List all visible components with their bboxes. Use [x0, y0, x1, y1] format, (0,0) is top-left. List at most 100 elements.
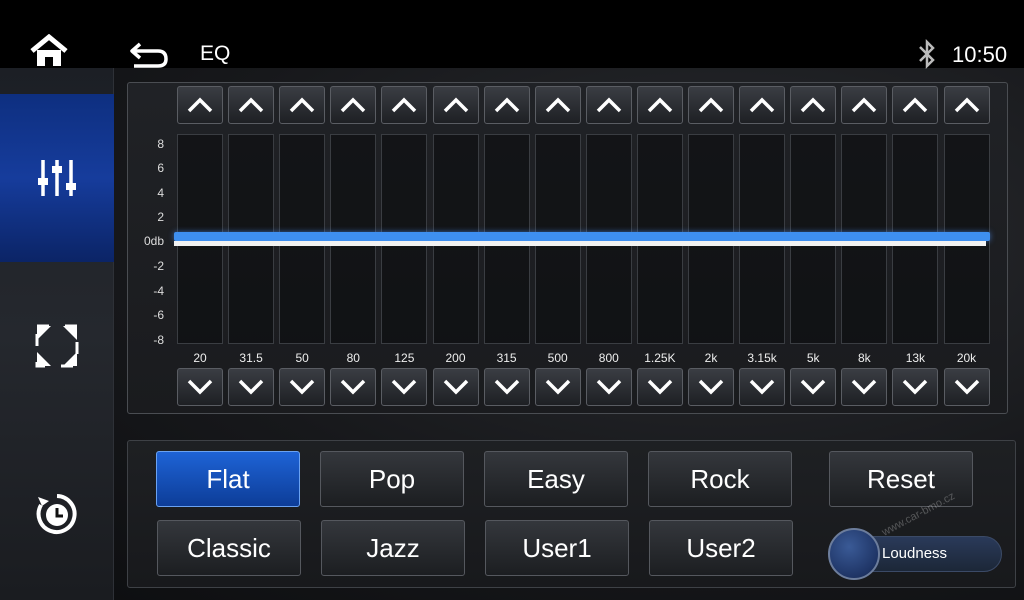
eq-band-up-button[interactable]: [432, 86, 479, 124]
chevron-down-icon: [647, 379, 673, 395]
eq-band-up-button[interactable]: [279, 86, 326, 124]
eq-band-down-button[interactable]: [381, 368, 428, 406]
preset-button-flat[interactable]: Flat: [156, 451, 300, 507]
eq-band-down-button[interactable]: [534, 368, 581, 406]
loudness-label: Loudness: [882, 545, 948, 562]
eq-band-up-button[interactable]: [841, 86, 888, 124]
db-scale-label: 6: [157, 161, 164, 175]
eq-band-frequency-label: 20k: [956, 351, 977, 365]
chevron-up-icon: [443, 97, 468, 113]
eq-zero-line: [174, 241, 986, 246]
eq-band-down-button[interactable]: [943, 368, 990, 406]
db-scale-label: 0db: [143, 234, 164, 248]
db-scale-label: 8: [157, 137, 164, 151]
db-scale-label: -4: [153, 284, 164, 298]
chevron-down-icon: [800, 379, 826, 395]
preset-button-user2[interactable]: User2: [649, 520, 793, 576]
chevron-up-icon: [187, 97, 213, 113]
db-scale-label: 4: [157, 186, 164, 200]
chevron-up-icon: [289, 97, 315, 113]
chevron-down-icon: [238, 379, 264, 395]
fullscreen-corners-icon: [35, 324, 79, 368]
chevron-up-icon: [903, 97, 928, 113]
sidebar: [0, 68, 114, 600]
eq-band-down-button[interactable]: [892, 368, 939, 406]
eq-band-down-button[interactable]: [688, 368, 734, 406]
home-icon: [30, 33, 68, 66]
eq-band-down-button[interactable]: [177, 368, 223, 406]
chevron-up-icon: [392, 97, 417, 113]
chevron-up-icon: [852, 97, 877, 113]
eq-band-up-button[interactable]: [739, 86, 786, 124]
eq-band-down-button[interactable]: [739, 368, 786, 406]
clock-timer-icon: [36, 494, 77, 534]
preset-button-pop[interactable]: Pop: [320, 451, 464, 507]
db-scale-label: -2: [153, 259, 164, 273]
preset-button-jazz[interactable]: Jazz: [321, 520, 465, 576]
chevron-up-icon: [749, 97, 775, 113]
chevron-down-icon: [443, 379, 468, 395]
bluetooth-icon: [914, 38, 940, 70]
chevron-down-icon: [187, 379, 213, 395]
preset-button-rock[interactable]: Rock: [648, 451, 792, 507]
eq-band-down-button[interactable]: [636, 368, 683, 406]
eq-band-up-button[interactable]: [483, 86, 530, 124]
chevron-up-icon: [596, 97, 622, 113]
eq-band-down-button[interactable]: [279, 368, 326, 406]
chevron-down-icon: [698, 379, 724, 395]
eq-band-down-button[interactable]: [432, 368, 479, 406]
equalizer-sliders-icon: [38, 160, 76, 196]
chevron-up-icon: [800, 97, 826, 113]
chevron-down-icon: [903, 379, 928, 395]
chevron-down-icon: [341, 379, 366, 395]
eq-band-up-button[interactable]: [381, 86, 428, 124]
eq-band-up-button[interactable]: [585, 86, 632, 124]
chevron-down-icon: [596, 379, 622, 395]
eq-band-up-button[interactable]: [330, 86, 377, 124]
chevron-up-icon: [545, 97, 570, 113]
preset-button-classic[interactable]: Classic: [157, 520, 301, 576]
eq-band-up-button[interactable]: [636, 86, 683, 124]
eq-band-up-button[interactable]: [177, 86, 223, 124]
preset-button-user1[interactable]: User1: [485, 520, 629, 576]
chevron-up-icon: [698, 97, 724, 113]
db-scale-label: -6: [153, 308, 164, 322]
sidebar-item-fullscreen[interactable]: [0, 262, 114, 430]
eq-band-down-button[interactable]: [483, 368, 530, 406]
back-button[interactable]: [128, 38, 172, 72]
eq-curve-line: [174, 232, 990, 241]
chevron-down-icon: [289, 379, 315, 395]
chevron-up-icon: [647, 97, 673, 113]
back-arrow-icon: [130, 42, 168, 68]
page-title: EQ: [200, 42, 231, 65]
chevron-down-icon: [749, 379, 775, 395]
chevron-down-icon: [392, 379, 417, 395]
eq-band-up-button[interactable]: [892, 86, 939, 124]
eq-band-up-button[interactable]: [228, 86, 275, 124]
eq-band-up-button[interactable]: [790, 86, 837, 124]
chevron-up-icon: [954, 97, 979, 113]
eq-band-down-button[interactable]: [228, 368, 275, 406]
eq-band-up-button[interactable]: [688, 86, 734, 124]
home-button[interactable]: [28, 33, 70, 70]
clock: 10:50: [952, 42, 1008, 67]
preset-button-easy[interactable]: Easy: [484, 451, 628, 507]
eq-band-up-button[interactable]: [534, 86, 581, 124]
sidebar-item-equalizer[interactable]: [0, 94, 114, 262]
eq-band-down-button[interactable]: [841, 368, 888, 406]
chevron-down-icon: [852, 379, 877, 395]
chevron-down-icon: [545, 379, 570, 395]
eq-band-down-button[interactable]: [330, 368, 377, 406]
chevron-down-icon: [494, 379, 519, 395]
eq-band-down-button[interactable]: [790, 368, 837, 406]
chevron-up-icon: [494, 97, 519, 113]
chevron-up-icon: [341, 97, 366, 113]
db-scale-label: 2: [157, 210, 164, 224]
chevron-down-icon: [954, 379, 979, 395]
eq-band-up-button[interactable]: [943, 86, 990, 124]
db-scale-label: -8: [153, 333, 164, 347]
chevron-up-icon: [238, 97, 264, 113]
sidebar-item-timer[interactable]: [0, 430, 114, 598]
eq-band-down-button[interactable]: [585, 368, 632, 406]
loudness-toggle-knob[interactable]: [828, 528, 880, 580]
